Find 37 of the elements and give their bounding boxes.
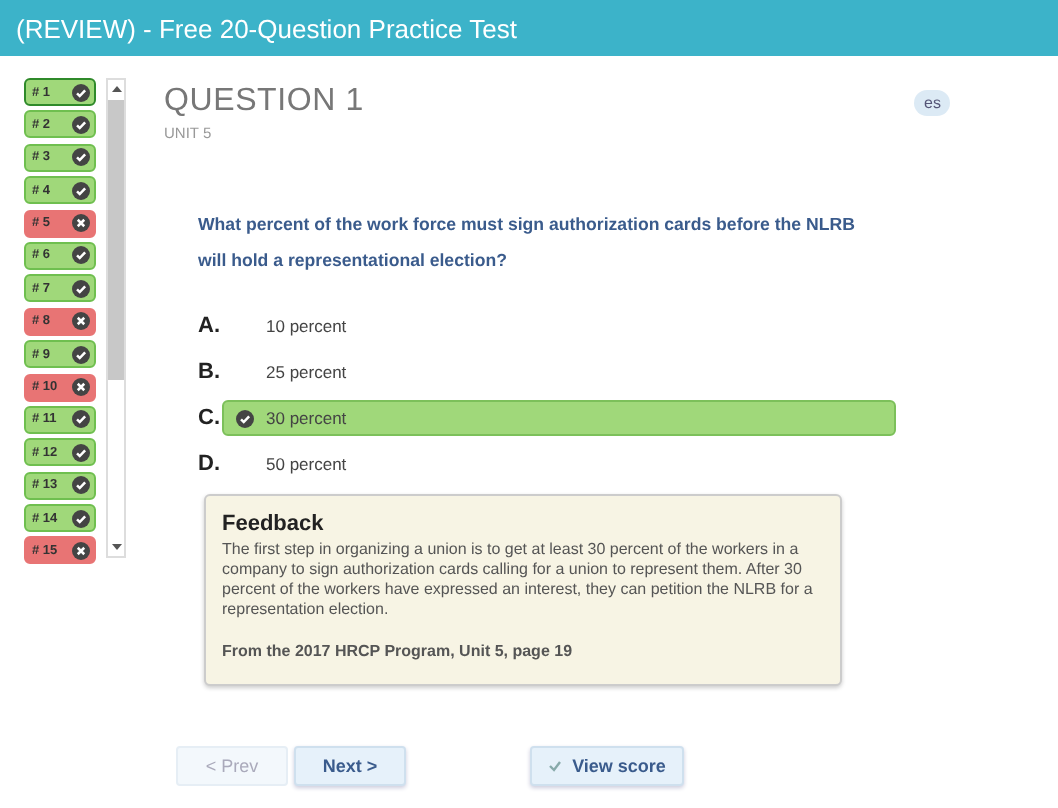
check-icon [72, 443, 90, 462]
check-icon [72, 181, 90, 200]
question-title: QUESTION 1 [164, 84, 364, 120]
check-icon [72, 410, 90, 429]
scroll-down-icon[interactable] [111, 544, 121, 550]
feedback-text: The first step in organizing a union is to get at least 30 percent of the workers in a company to sign authorization cards calling for a union to represent them. After 30 percent of the workers have expressed an interest, they can petition the NLRB for a representation election. [222, 540, 815, 620]
cross-icon [72, 378, 90, 397]
cross-icon [72, 541, 90, 560]
check-icon [548, 760, 563, 772]
check-icon [72, 83, 90, 101]
scrollbar[interactable] [106, 78, 126, 558]
window-title: (REVIEW) - Free 20-Question Practice Test [0, 0, 1058, 56]
question-text: What percent of the work force must sign authorization cards before the NLRB will hold a representational election? [198, 212, 857, 274]
answer-option[interactable]: 50 percent [222, 446, 896, 482]
language-badge[interactable]: es [914, 90, 951, 116]
answer-option[interactable]: 25 percent [222, 354, 896, 390]
check-icon [72, 476, 90, 495]
answer-option[interactable]: 30 percent [222, 400, 896, 436]
answer-option[interactable]: 10 percent [222, 308, 896, 344]
feedback-source: From the 2017 HRCP Program, Unit 5, page 19 [222, 642, 575, 660]
cross-icon [72, 214, 90, 233]
feedback-title: Feedback [222, 512, 326, 536]
check-icon [72, 279, 90, 298]
next-button[interactable]: Next > [294, 746, 406, 786]
option-letter: A. [198, 314, 222, 338]
view-score-button[interactable]: View score [530, 746, 684, 786]
option-letter: C. [198, 406, 222, 430]
scroll-up-icon[interactable] [111, 86, 121, 92]
check-icon [72, 509, 90, 528]
option-letter: D. [198, 452, 222, 476]
check-icon [72, 345, 90, 364]
cross-icon [72, 312, 90, 331]
check-icon [236, 409, 254, 427]
check-icon [72, 246, 90, 265]
check-icon [72, 148, 90, 167]
check-icon [72, 115, 90, 134]
option-letter: B. [198, 360, 222, 384]
